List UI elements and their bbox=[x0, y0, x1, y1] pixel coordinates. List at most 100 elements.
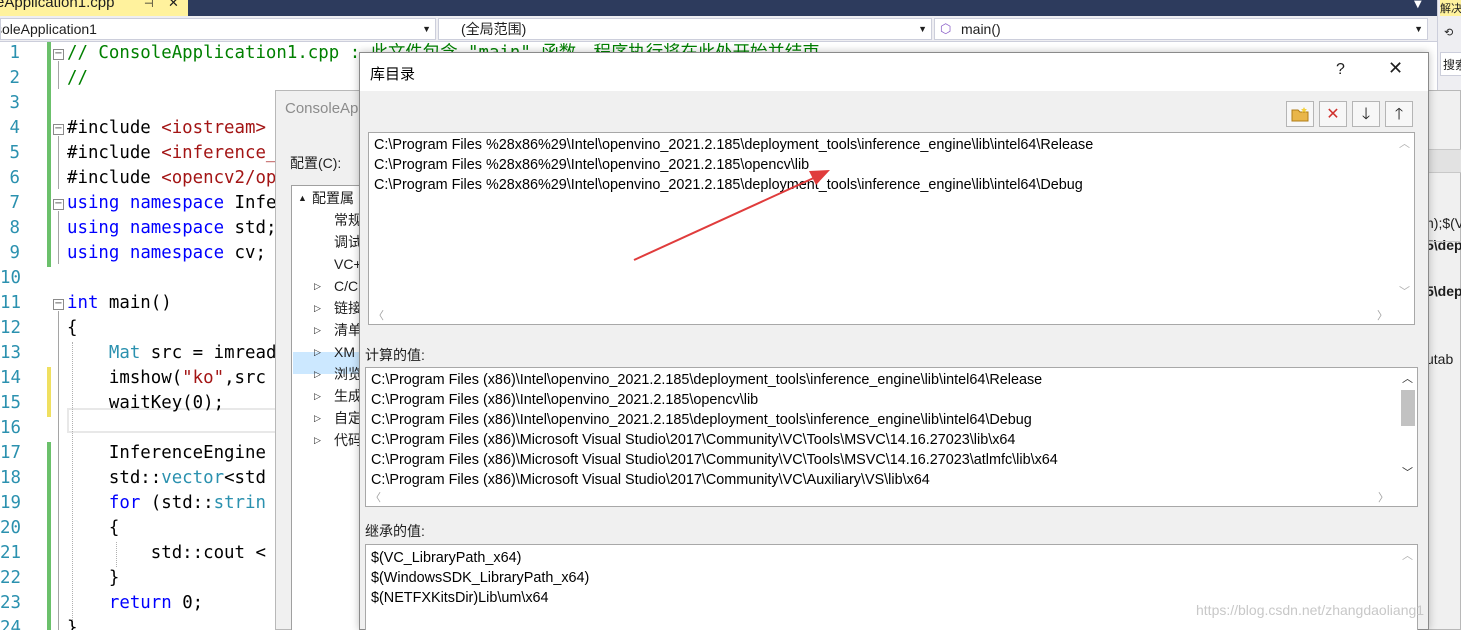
new-line-button[interactable] bbox=[1286, 101, 1314, 127]
code-line[interactable]: int main() bbox=[67, 291, 172, 316]
member-dropdown[interactable]: ⬡ main() ▼ bbox=[934, 18, 1428, 40]
document-tab-strip: eApplication1.cpp ⊣ ✕ ▼ bbox=[0, 0, 1437, 16]
line-number: 22 bbox=[0, 568, 21, 588]
directory-row[interactable]: C:\Program Files %28x86%29\Intel\openvin… bbox=[374, 155, 809, 175]
tree-expander-icon[interactable]: ▷ bbox=[314, 429, 321, 451]
line-number: 7 bbox=[9, 193, 20, 213]
code-line[interactable]: using namespace std; bbox=[67, 216, 276, 241]
tree-expander-icon[interactable]: ▷ bbox=[314, 319, 321, 341]
document-tab[interactable]: eApplication1.cpp ⊣ ✕ bbox=[0, 0, 188, 16]
computed-row[interactable]: C:\Program Files (x86)\Intel\openvino_20… bbox=[371, 370, 1042, 390]
scroll-left-icon[interactable]: 〈 bbox=[370, 489, 381, 505]
directory-row[interactable]: C:\Program Files %28x86%29\Intel\openvin… bbox=[374, 135, 1093, 155]
project-dropdown[interactable]: soleApplication1 ▼ bbox=[0, 18, 436, 40]
dropdown-arrow-icon: ▼ bbox=[422, 24, 431, 34]
inherited-row[interactable]: $(WindowsSDK_LibraryPath_x64) bbox=[371, 568, 589, 588]
tree-expander-icon[interactable]: ▷ bbox=[314, 275, 321, 297]
fold-collapse-icon[interactable]: − bbox=[53, 199, 64, 210]
tree-expander-icon[interactable]: ▷ bbox=[314, 385, 321, 407]
line-number: 1 bbox=[9, 43, 20, 63]
inherited-row[interactable]: $(NETFXKitsDir)Lib\um\x64 bbox=[371, 588, 549, 608]
tree-expander-icon[interactable]: ▷ bbox=[314, 363, 321, 385]
tree-expander-icon[interactable]: ▷ bbox=[314, 297, 321, 319]
navigation-bar: soleApplication1 ▼ (全局范围) ▼ ⬡ main() ▼ bbox=[0, 16, 1437, 42]
scroll-up-icon[interactable]: ︿ bbox=[1399, 135, 1410, 151]
delete-button[interactable]: ✕ bbox=[1319, 101, 1347, 127]
line-number: 18 bbox=[0, 468, 21, 488]
scroll-left-icon[interactable]: 〈 bbox=[373, 307, 384, 323]
scroll-down-icon[interactable]: ﹀ bbox=[1402, 464, 1413, 480]
computed-row[interactable]: C:\Program Files (x86)\Microsoft Visual … bbox=[371, 450, 1058, 470]
code-line[interactable]: for (std::strin bbox=[67, 491, 266, 516]
close-tab-icon[interactable]: ✕ bbox=[168, 0, 179, 9]
move-down-button[interactable]: 🡓 bbox=[1352, 101, 1380, 127]
back-arrow-icon[interactable]: ⟲ bbox=[1444, 26, 1453, 39]
scope-dropdown-value: (全局范围) bbox=[461, 21, 527, 37]
line-number: 10 bbox=[0, 268, 21, 288]
fold-collapse-icon[interactable]: − bbox=[53, 49, 64, 60]
code-line[interactable]: Mat src = imread bbox=[67, 341, 277, 366]
directories-list[interactable]: C:\Program Files %28x86%29\Intel\openvin… bbox=[368, 132, 1415, 325]
help-button[interactable]: ? bbox=[1336, 61, 1345, 79]
arrow-up-icon: 🡑 bbox=[1394, 104, 1404, 123]
code-line[interactable]: { bbox=[67, 316, 77, 341]
code-line[interactable]: return 0; bbox=[67, 591, 203, 616]
fold-collapse-icon[interactable]: − bbox=[53, 299, 64, 310]
code-line[interactable]: imshow("ko",src bbox=[67, 366, 266, 391]
property-value-fragment: 5\dep bbox=[1426, 283, 1461, 299]
line-number: 13 bbox=[0, 343, 21, 363]
scroll-up-icon[interactable]: ︿ bbox=[1402, 370, 1413, 386]
fold-guide bbox=[58, 211, 59, 264]
code-line[interactable]: std::vector<std bbox=[67, 466, 266, 491]
code-line[interactable]: } bbox=[67, 616, 77, 630]
fold-guide bbox=[58, 61, 59, 89]
configuration-label: 配置(C): bbox=[290, 155, 342, 171]
computed-row[interactable]: C:\Program Files (x86)\Microsoft Visual … bbox=[371, 430, 1015, 450]
tree-item-label: 清单 bbox=[334, 322, 362, 338]
directory-row[interactable]: C:\Program Files %28x86%29\Intel\openvin… bbox=[374, 175, 1083, 195]
computed-vertical-scrollbar[interactable]: ︿ ﹀ bbox=[1399, 368, 1417, 490]
scope-dropdown[interactable]: (全局范围) ▼ bbox=[438, 18, 932, 40]
inherited-row[interactable]: $(VC_LibraryPath_x64) bbox=[371, 548, 521, 568]
tree-expander-icon[interactable]: ▲ bbox=[298, 187, 307, 209]
code-line[interactable]: { bbox=[67, 516, 119, 541]
code-line[interactable]: } bbox=[67, 566, 119, 591]
computed-row[interactable]: C:\Program Files (x86)\Intel\openvino_20… bbox=[371, 390, 758, 410]
dialog-title: 库目录 bbox=[370, 66, 416, 83]
computed-row[interactable]: C:\Program Files (x86)\Microsoft Visual … bbox=[371, 470, 930, 490]
line-number: 15 bbox=[0, 393, 21, 413]
computed-values-list[interactable]: C:\Program Files (x86)\Intel\openvino_20… bbox=[365, 367, 1418, 507]
computed-horizontal-scrollbar[interactable]: 〈 〉 bbox=[366, 488, 1401, 506]
directories-horizontal-scrollbar[interactable]: 〈 〉 bbox=[369, 306, 1398, 324]
line-number: 19 bbox=[0, 493, 21, 513]
method-cube-icon: ⬡ bbox=[940, 21, 952, 36]
code-line[interactable]: std::cout < bbox=[67, 541, 266, 566]
scroll-right-icon[interactable]: 〉 bbox=[1377, 307, 1388, 323]
scroll-right-icon[interactable]: 〉 bbox=[1378, 489, 1389, 505]
tree-expander-icon[interactable]: ▷ bbox=[314, 341, 321, 363]
code-line[interactable]: waitKey(0); bbox=[67, 391, 224, 416]
scrollbar-thumb[interactable] bbox=[1401, 390, 1415, 426]
line-number: 6 bbox=[9, 168, 20, 188]
scroll-up-icon[interactable]: ︿ bbox=[1402, 547, 1413, 563]
code-line[interactable]: using namespace cv; bbox=[67, 241, 266, 266]
tree-expander-icon[interactable]: ▷ bbox=[314, 407, 321, 429]
code-line[interactable]: InferenceEngine bbox=[67, 441, 266, 466]
directories-vertical-scrollbar[interactable]: ︿ ﹀ bbox=[1396, 133, 1414, 308]
pin-icon[interactable]: ⊣ bbox=[144, 0, 154, 10]
tree-item-label: 配置属 bbox=[312, 190, 354, 206]
computed-row[interactable]: C:\Program Files (x86)\Intel\openvino_20… bbox=[371, 410, 1032, 430]
line-number: 21 bbox=[0, 543, 21, 563]
fold-collapse-icon[interactable]: − bbox=[53, 124, 64, 135]
code-line[interactable]: // bbox=[67, 66, 88, 91]
scroll-down-icon[interactable]: ﹀ bbox=[1399, 283, 1410, 299]
tab-overflow-chevron-down-icon[interactable]: ▼ bbox=[1414, 0, 1422, 10]
move-up-button[interactable]: 🡑 bbox=[1385, 101, 1413, 127]
member-dropdown-value: main() bbox=[961, 21, 1001, 37]
code-line[interactable]: #include <iostream> bbox=[67, 116, 266, 141]
solution-search-input[interactable]: 搜索 bbox=[1440, 52, 1461, 76]
close-button[interactable]: ✕ bbox=[1388, 58, 1403, 79]
arrow-down-icon: 🡓 bbox=[1361, 104, 1371, 123]
change-margin-saved bbox=[47, 42, 51, 117]
property-value-fragment: n);$(V bbox=[1426, 215, 1461, 231]
